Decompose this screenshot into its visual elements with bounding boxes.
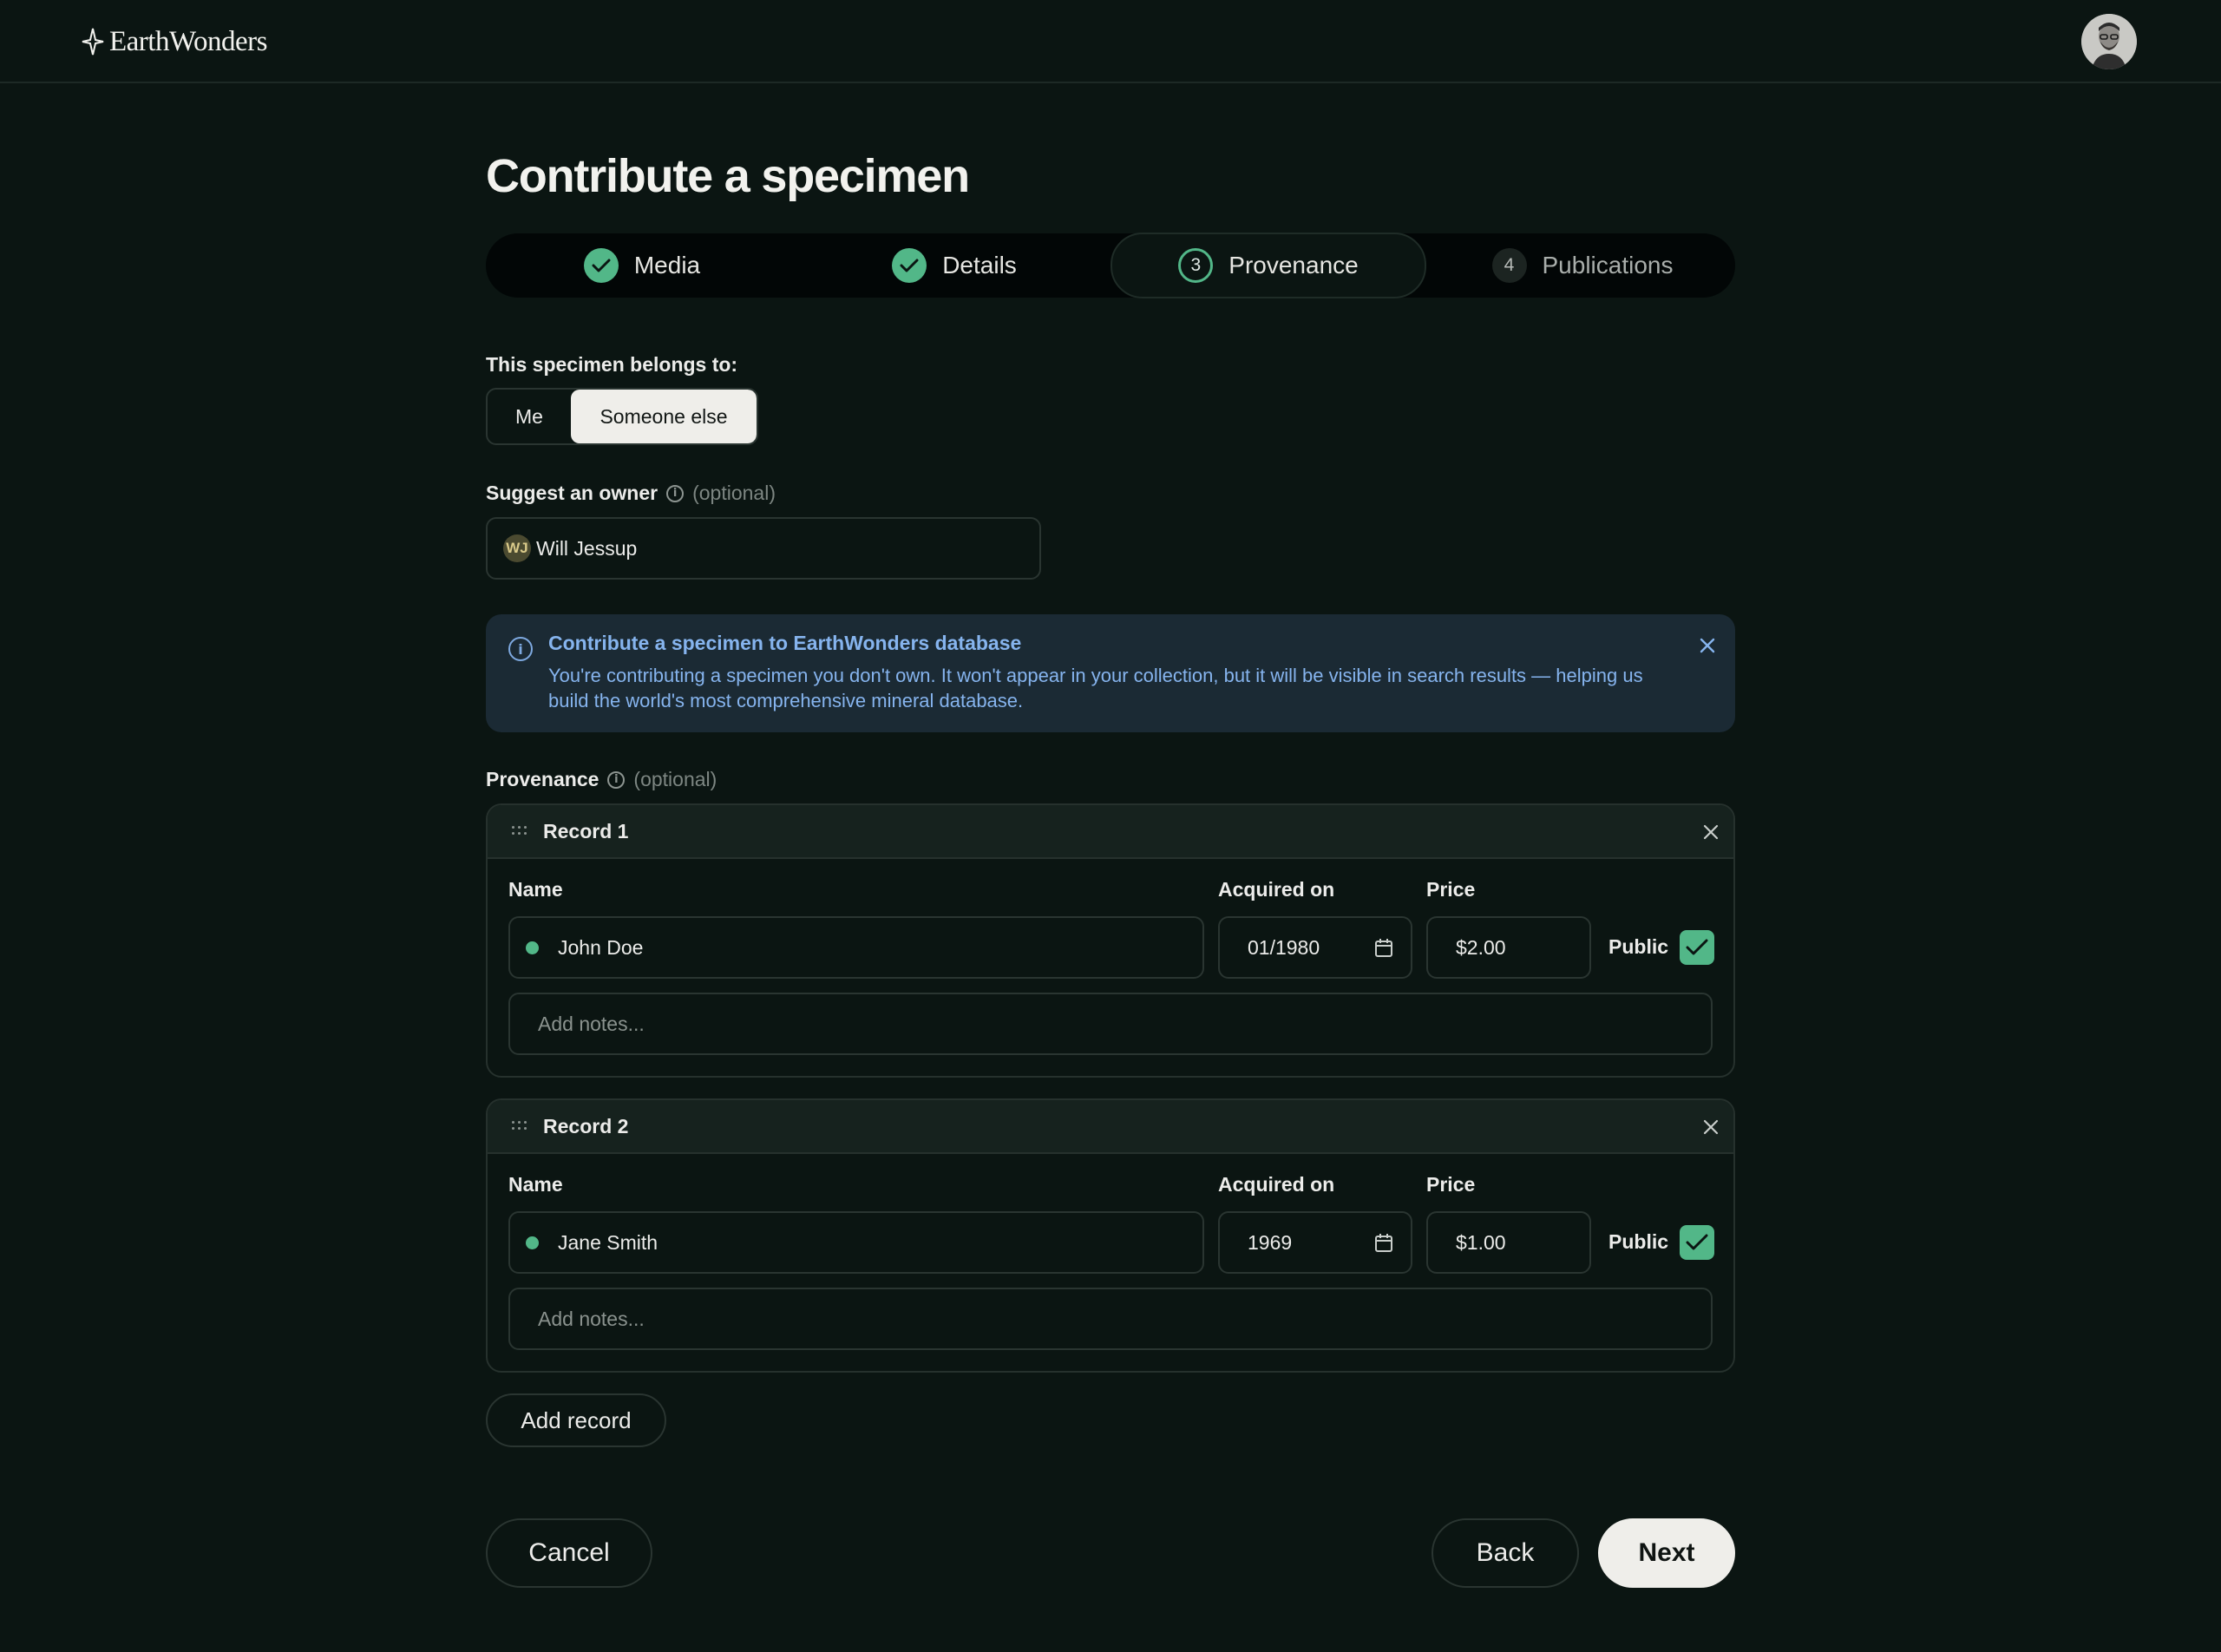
public-checkbox[interactable]	[1680, 930, 1714, 965]
name-column-label: Name	[508, 1173, 563, 1196]
page-title: Contribute a specimen	[486, 150, 970, 202]
top-bar: EarthWonders	[0, 0, 2221, 83]
check-circle-icon	[583, 248, 619, 283]
logo-text: EarthWonders	[109, 25, 267, 57]
record-header: Record 1	[488, 805, 1733, 859]
step-label: Media	[633, 252, 701, 279]
price-input[interactable]: $2.00	[1426, 916, 1591, 979]
record-title: Record 2	[543, 1115, 629, 1137]
price-input[interactable]: $1.00	[1426, 1211, 1591, 1274]
toggle-someone-else[interactable]: Someone else	[571, 390, 757, 443]
acquired-column-label: Acquired on	[1218, 878, 1335, 901]
name-column-label: Name	[508, 878, 563, 901]
notes-input[interactable]: Add notes...	[508, 1288, 1713, 1350]
add-record-button[interactable]: Add record	[486, 1393, 666, 1447]
record-name-input[interactable]: John Doe	[508, 916, 1204, 979]
record-title: Record 1	[543, 820, 629, 842]
provenance-record: Record 2 Name Acquired on Price Jane Smi…	[486, 1098, 1735, 1373]
sparkle-logo-icon	[82, 28, 104, 56]
record-name-value: Jane Smith	[558, 1230, 658, 1254]
acquired-date-input[interactable]: 01/1980	[1218, 916, 1412, 979]
owner-input-value: Will Jessup	[536, 536, 638, 560]
status-dot	[526, 1236, 539, 1249]
step-label: Publications	[1542, 252, 1674, 279]
avatar-portrait-icon	[2081, 14, 2137, 69]
step-label: Provenance	[1228, 252, 1359, 279]
close-icon[interactable]	[1694, 632, 1721, 659]
suggest-owner-label-text: Suggest an owner	[486, 482, 658, 504]
checkmark-icon	[1686, 939, 1708, 955]
optional-tag: (optional)	[692, 482, 776, 504]
checkmark-icon	[1686, 1234, 1708, 1250]
price-column-label: Price	[1426, 878, 1476, 901]
public-label: Public	[1608, 1230, 1669, 1253]
user-avatar[interactable]	[2081, 14, 2137, 69]
banner-text: You're contributing a specimen you don't…	[548, 665, 1643, 711]
status-dot	[526, 941, 539, 954]
step-details[interactable]: Details	[798, 233, 1110, 298]
acquired-date-value: 01/1980	[1248, 935, 1320, 959]
close-icon[interactable]	[1697, 1113, 1725, 1141]
provenance-record: Record 1 Name Acquired on Price John Doe…	[486, 803, 1735, 1078]
step-number: 4	[1491, 248, 1527, 283]
provenance-label: Provenance i (optional)	[486, 768, 717, 791]
record-header: Record 2	[488, 1100, 1733, 1154]
back-button[interactable]: Back	[1432, 1518, 1579, 1588]
calendar-icon[interactable]	[1374, 1233, 1393, 1254]
info-icon: i	[508, 637, 533, 661]
info-icon[interactable]: i	[666, 484, 685, 502]
calendar-icon[interactable]	[1374, 938, 1393, 959]
price-value: $2.00	[1456, 935, 1506, 959]
check-circle-icon	[892, 248, 927, 283]
close-icon[interactable]	[1697, 818, 1725, 846]
acquired-date-value: 1969	[1248, 1230, 1293, 1254]
step-publications[interactable]: 4 Publications	[1426, 233, 1739, 298]
acquired-column-label: Acquired on	[1218, 1173, 1335, 1196]
notes-input[interactable]: Add notes...	[508, 993, 1713, 1055]
banner-title: Contribute a specimen to EarthWonders da…	[548, 632, 1022, 654]
info-icon[interactable]: i	[607, 770, 626, 789]
acquired-date-input[interactable]: 1969	[1218, 1211, 1412, 1274]
drag-handle-icon[interactable]	[512, 826, 527, 838]
drag-handle-icon[interactable]	[512, 1121, 527, 1133]
step-label: Details	[942, 252, 1017, 279]
belongs-label: This specimen belongs to:	[486, 353, 737, 377]
owner-input[interactable]: WJ Will Jessup	[486, 517, 1041, 580]
wizard-stepper: Media Details 3 Provenance 4 Publication…	[486, 233, 1735, 298]
info-banner: i Contribute a specimen to EarthWonders …	[486, 614, 1735, 732]
cancel-button[interactable]: Cancel	[486, 1518, 652, 1588]
optional-tag: (optional)	[633, 768, 717, 790]
next-button[interactable]: Next	[1598, 1518, 1735, 1588]
owner-toggle: Me Someone else	[486, 388, 758, 445]
logo[interactable]: EarthWonders	[82, 24, 267, 59]
provenance-label-text: Provenance	[486, 768, 599, 790]
public-label: Public	[1608, 935, 1669, 958]
public-checkbox[interactable]	[1680, 1225, 1714, 1260]
record-name-input[interactable]: Jane Smith	[508, 1211, 1204, 1274]
step-media[interactable]: Media	[486, 233, 798, 298]
toggle-me[interactable]: Me	[488, 390, 571, 443]
suggest-owner-label: Suggest an owner i (optional)	[486, 482, 776, 505]
record-name-value: John Doe	[558, 935, 644, 959]
belongs-label-text: This specimen belongs to:	[486, 353, 738, 376]
price-column-label: Price	[1426, 1173, 1476, 1196]
price-value: $1.00	[1456, 1230, 1506, 1254]
owner-initials-avatar: WJ	[503, 534, 531, 562]
step-provenance[interactable]: 3 Provenance	[1110, 233, 1426, 298]
step-number: 3	[1178, 248, 1214, 283]
